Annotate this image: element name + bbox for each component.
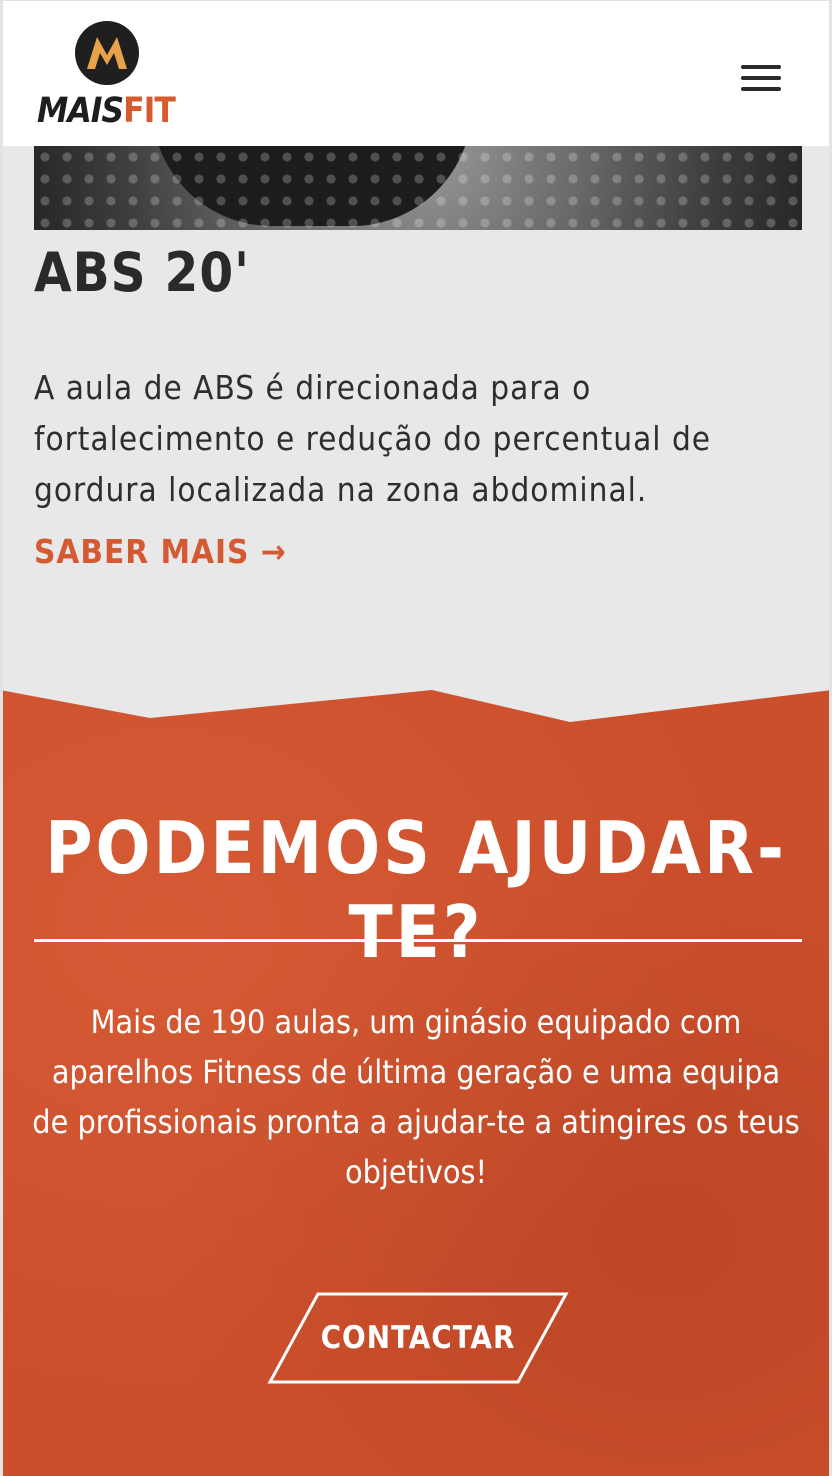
contact-button-label: CONTACTAR [320, 1320, 516, 1356]
contact-button[interactable]: CONTACTAR [266, 1292, 570, 1384]
saber-mais-link[interactable]: SABER MAIS → [34, 530, 287, 574]
site-header: MAISFIT [3, 0, 829, 146]
brand-wordmark: MAISFIT [37, 91, 176, 131]
logo-emblem [75, 21, 139, 85]
class-description: A aula de ABS é direcionada para o forta… [34, 368, 712, 509]
logo-m-icon [87, 37, 127, 69]
help-title: PODEMOS AJUDAR-TE? [45, 806, 787, 974]
class-title: ABS 20' [34, 241, 250, 304]
title-divider [34, 939, 802, 942]
help-text: Mais de 190 aulas, um ginásio equipado c… [32, 1003, 800, 1191]
brand-logo[interactable]: MAISFIT [37, 19, 182, 131]
hamburger-icon[interactable] [741, 65, 781, 97]
class-image [34, 146, 802, 230]
brand-fit: FIT [123, 91, 176, 131]
brand-mais: MAIS [37, 91, 124, 131]
section-divider-notch [0, 690, 832, 722]
